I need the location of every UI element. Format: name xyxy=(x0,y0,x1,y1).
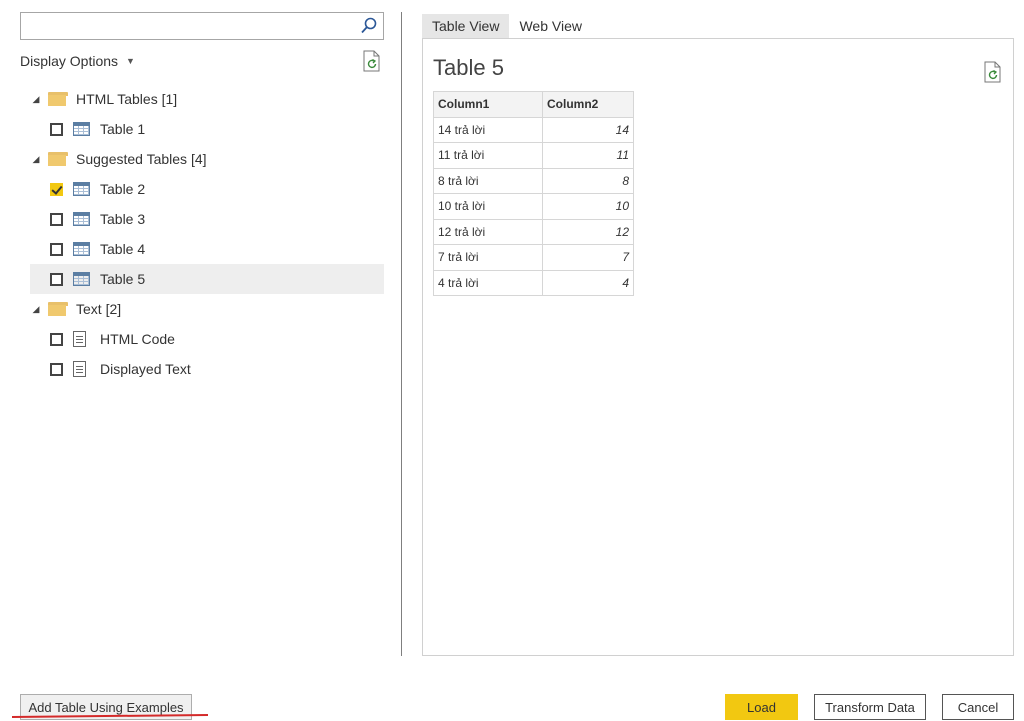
table-icon xyxy=(73,122,90,136)
tab-web-view[interactable]: Web View xyxy=(509,14,592,38)
table-icon xyxy=(73,182,90,196)
refresh-icon[interactable] xyxy=(983,61,1003,83)
tree-folder-suggested-tables[interactable]: ◢ Suggested Tables [4] xyxy=(30,144,384,174)
table-cell: 8 trả lời xyxy=(433,167,543,194)
table-row: 11 trả lời 11 xyxy=(433,142,634,169)
table-cell: 8 xyxy=(542,167,634,194)
checkbox[interactable] xyxy=(50,272,63,286)
navigator-tree: ◢ HTML Tables [1] Table 1 ◢ Suggested Ta… xyxy=(30,84,384,384)
preview-title: Table 5 xyxy=(433,55,504,80)
table-cell: 12 xyxy=(542,218,634,245)
table-cell: 14 xyxy=(542,116,634,143)
item-label: Table 2 xyxy=(100,181,146,197)
folder-icon xyxy=(48,92,68,106)
search-box[interactable] xyxy=(20,12,384,40)
folder-icon xyxy=(48,302,68,316)
checkbox[interactable] xyxy=(50,122,63,136)
tree-item-displayed-text[interactable]: Displayed Text xyxy=(30,354,384,384)
tree-item-table-4[interactable]: Table 4 xyxy=(30,234,384,264)
checkbox[interactable] xyxy=(50,212,63,226)
item-label: Table 1 xyxy=(100,121,146,137)
load-button[interactable]: Load xyxy=(725,694,798,720)
table-row: 4 trả lời 4 xyxy=(433,269,634,296)
tree-item-html-code[interactable]: HTML Code xyxy=(30,324,384,354)
table-row: 14 trả lời 14 xyxy=(433,116,634,143)
table-icon xyxy=(73,272,90,286)
document-icon xyxy=(73,331,86,347)
table-cell: 7 xyxy=(542,244,634,271)
table-row: 8 trả lời 8 xyxy=(433,167,634,194)
table-icon xyxy=(73,242,90,256)
tree-folder-html-tables[interactable]: ◢ HTML Tables [1] xyxy=(30,84,384,114)
checkbox-checked[interactable] xyxy=(50,182,63,196)
table-row: 12 trả lời 12 xyxy=(433,218,634,245)
checkbox[interactable] xyxy=(50,332,63,346)
checkbox[interactable] xyxy=(50,242,63,256)
table-cell: 10 trả lời xyxy=(433,193,543,220)
caret-down-icon: ▼ xyxy=(126,56,135,66)
panel-divider[interactable] xyxy=(401,12,402,656)
folder-label: Suggested Tables [4] xyxy=(76,151,207,167)
table-cell: 10 xyxy=(542,193,634,220)
preview-table: Column1 Column2 14 trả lời 14 11 trả lời… xyxy=(433,91,634,296)
refresh-icon[interactable] xyxy=(362,50,382,72)
folder-icon xyxy=(48,152,68,166)
preview-pane: Table 5 Column1 Column2 14 trả lời 14 11… xyxy=(422,38,1014,656)
table-row: 10 trả lời 10 xyxy=(433,193,634,220)
table-header-row: Column1 Column2 xyxy=(433,91,634,118)
document-icon xyxy=(73,361,86,377)
folder-label: HTML Tables [1] xyxy=(76,91,178,107)
expand-triangle-icon[interactable]: ◢ xyxy=(30,154,42,165)
item-label: Displayed Text xyxy=(100,361,191,377)
column-header: Column1 xyxy=(433,91,543,118)
item-label: Table 3 xyxy=(100,211,146,227)
expand-triangle-icon[interactable]: ◢ xyxy=(30,94,42,105)
tree-folder-text[interactable]: ◢ Text [2] xyxy=(30,294,384,324)
tree-item-table-2[interactable]: Table 2 xyxy=(30,174,384,204)
tab-table-view[interactable]: Table View xyxy=(422,14,510,38)
tree-item-table-5[interactable]: Table 5 xyxy=(30,264,384,294)
tree-item-table-3[interactable]: Table 3 xyxy=(30,204,384,234)
transform-data-button[interactable]: Transform Data xyxy=(814,694,926,720)
tree-item-table-1[interactable]: Table 1 xyxy=(30,114,384,144)
table-cell: 14 trả lời xyxy=(433,116,543,143)
table-cell: 4 xyxy=(542,269,634,296)
column-header: Column2 xyxy=(542,91,634,118)
table-cell: 7 trả lời xyxy=(433,244,543,271)
view-tabs: Table View Web View xyxy=(422,14,592,38)
table-cell: 11 trả lời xyxy=(433,142,543,169)
item-label: Table 5 xyxy=(100,271,146,287)
folder-label: Text [2] xyxy=(76,301,122,317)
item-label: HTML Code xyxy=(100,331,175,347)
checkbox[interactable] xyxy=(50,362,63,376)
search-icon[interactable] xyxy=(359,16,379,36)
table-row: 7 trả lời 7 xyxy=(433,244,634,271)
display-options-label: Display Options xyxy=(20,53,119,69)
search-input[interactable] xyxy=(21,13,351,39)
expand-triangle-icon[interactable]: ◢ xyxy=(30,304,42,315)
table-cell: 4 trả lời xyxy=(433,269,543,296)
cancel-button[interactable]: Cancel xyxy=(942,694,1014,720)
table-icon xyxy=(73,212,90,226)
table-cell: 11 xyxy=(542,142,634,169)
display-options-dropdown[interactable]: Display Options ▼ xyxy=(20,52,135,70)
table-cell: 12 trả lời xyxy=(433,218,543,245)
item-label: Table 4 xyxy=(100,241,146,257)
